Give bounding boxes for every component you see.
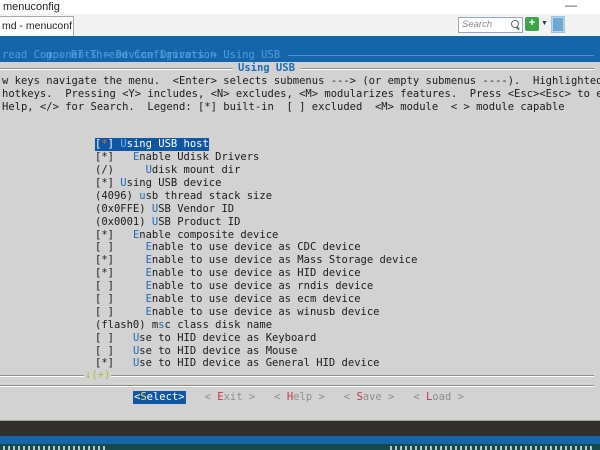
menu-item[interactable]: (4096) usb thread stack size <box>95 190 417 203</box>
menu-item[interactable]: [ ] Use to HID device as Keyboard <box>95 332 417 345</box>
dialog-title: Using USB <box>233 62 300 75</box>
menu-item-selected[interactable]: [*] Using USB host <box>95 138 209 151</box>
tui-button-help[interactable]: < Help > <box>274 391 325 404</box>
app-window: menuconfig — md - menuconf Search + ▼ g … <box>0 0 600 450</box>
menu-item[interactable]: [ ] Enable to use device as rndis device <box>95 280 417 293</box>
menu-item[interactable]: [*] Enable to use device as Mass Storage… <box>95 254 417 267</box>
button-separator <box>0 385 594 387</box>
menu-item[interactable]: (/) Udisk mount dir <box>95 164 417 177</box>
menu-item[interactable]: [*] Enable to use device as HID device <box>95 267 417 280</box>
status-bar <box>0 444 600 450</box>
menu-item[interactable]: (flash0) msc class disk name <box>95 319 417 332</box>
instructions: w keys navigate the menu. <Enter> select… <box>2 75 600 114</box>
menu-item[interactable]: (0x0FFE) USB Vendor ID <box>95 203 417 216</box>
console-icon[interactable] <box>551 16 565 33</box>
menu-item[interactable]: [ ] Use to HID device as Mouse <box>95 345 417 358</box>
instruction-line: Help, </> for Search. Legend: [*] built-… <box>2 101 600 114</box>
instruction-line: w keys navigate the menu. <Enter> select… <box>2 75 600 88</box>
menu-item[interactable]: [*] Enable Udisk Drivers <box>95 151 417 164</box>
tui-button-save[interactable]: < Save > <box>344 391 395 404</box>
titlebar: menuconfig — <box>0 0 600 14</box>
breadcrumb-row: read Components → Device Drivers → Using… <box>0 49 600 62</box>
window-title: menuconfig <box>3 1 60 13</box>
tui-button-select[interactable]: <Select> <box>133 391 186 404</box>
menuconfig-header: g - RT-Thread Configuration read Compone… <box>0 36 600 62</box>
new-console-button[interactable]: + <box>525 17 539 31</box>
breadcrumb: read Components → Device Drivers → Using… <box>2 49 280 62</box>
console-blue-strip <box>0 436 600 444</box>
minimize-icon[interactable]: — <box>560 0 582 12</box>
search-placeholder: Search <box>462 19 492 30</box>
tui-button-exit[interactable]: < Exit > <box>205 391 256 404</box>
search-input[interactable]: Search <box>458 17 523 33</box>
menu-item[interactable]: (0x0001) USB Product ID <box>95 216 417 229</box>
terminal: g - RT-Thread Configuration read Compone… <box>0 36 600 420</box>
tab-cmd-menuconf[interactable]: md - menuconf <box>0 16 74 37</box>
instruction-line: hotkeys. Pressing <Y> includes, <N> excl… <box>2 88 600 101</box>
tab-bar: md - menuconf Search + ▼ <box>0 14 600 36</box>
menu-item[interactable]: [ ] Enable to use device as winusb devic… <box>95 306 417 319</box>
menu-item[interactable]: [*] Using USB device <box>95 177 417 190</box>
tab-label: md - menuconf <box>2 20 72 32</box>
search-icon[interactable] <box>511 20 519 28</box>
button-row: <Select> < Exit > < Help > < Save > < Load > <box>133 391 464 404</box>
status-text-left-clipped <box>3 446 108 450</box>
status-text-right-clipped <box>390 446 592 450</box>
menu-item[interactable]: [*] Use to HID device as General HID dev… <box>95 357 417 370</box>
menu-item[interactable]: [ ] Enable to use device as ecm device <box>95 293 417 306</box>
tui-button-load[interactable]: < Load > <box>413 391 464 404</box>
menu-item[interactable]: [*] Enable composite device <box>95 229 417 242</box>
chevron-down-icon[interactable]: ▼ <box>541 20 548 27</box>
breadcrumb-rule <box>288 55 594 56</box>
console-padding <box>0 421 600 436</box>
menu-list: [*] Using USB host[*] Enable Udisk Drive… <box>95 138 417 370</box>
scroll-more-indicator: ↓(+) <box>84 369 111 382</box>
menu-item[interactable]: [ ] Enable to use device as CDC device <box>95 241 417 254</box>
